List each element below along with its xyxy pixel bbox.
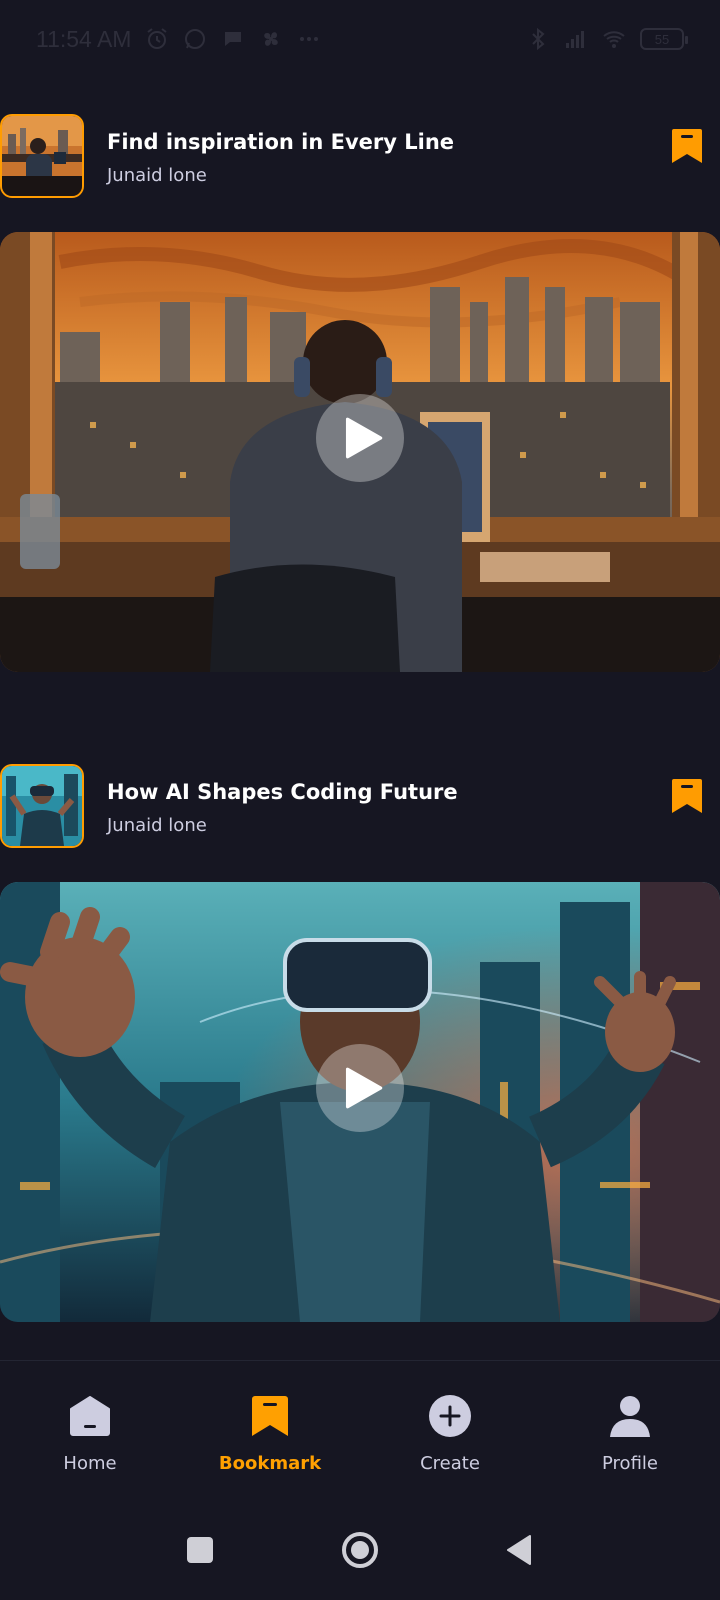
tab-profile[interactable]: Profile <box>540 1361 720 1500</box>
tab-home[interactable]: Home <box>0 1361 180 1500</box>
home-button[interactable] <box>340 1530 380 1570</box>
play-button[interactable] <box>316 1044 404 1132</box>
video-author: Junaid lone <box>107 165 207 186</box>
video-title[interactable]: Find inspiration in Every Line <box>107 130 454 154</box>
video-card: Find inspiration in Every Line Junaid lo… <box>0 114 720 672</box>
creator-avatar[interactable] <box>0 114 84 198</box>
profile-icon <box>607 1393 653 1439</box>
signal-icon <box>564 27 588 51</box>
video-card-header: How AI Shapes Coding Future Junaid lone <box>0 764 720 850</box>
whatsapp-icon <box>183 27 207 51</box>
video-card-header: Find inspiration in Every Line Junaid lo… <box>0 114 720 200</box>
tab-create[interactable]: Create <box>360 1361 540 1500</box>
bluetooth-icon <box>526 27 550 51</box>
wifi-icon <box>602 27 626 51</box>
more-dots-icon <box>297 27 321 51</box>
tab-label: Home <box>63 1453 117 1474</box>
back-button[interactable] <box>500 1530 540 1570</box>
home-icon <box>67 1393 113 1439</box>
plus-circle-icon <box>427 1393 473 1439</box>
bookmark-icon[interactable] <box>670 777 704 815</box>
video-card: How AI Shapes Coding Future Junaid lone <box>0 764 720 1322</box>
video-author: Junaid lone <box>107 815 207 836</box>
recents-button[interactable] <box>180 1530 220 1570</box>
video-thumbnail[interactable] <box>0 882 720 1322</box>
system-navigation-bar <box>0 1500 720 1600</box>
tab-label: Create <box>420 1453 480 1474</box>
play-icon <box>345 1067 383 1109</box>
play-icon <box>345 417 383 459</box>
video-thumbnail[interactable] <box>0 232 720 672</box>
bookmark-icon <box>247 1393 293 1439</box>
status-bar: 11:54 AM 55 <box>0 0 720 78</box>
creator-avatar[interactable] <box>0 764 84 848</box>
back-triangle-icon <box>507 1535 531 1565</box>
square-icon <box>187 1537 213 1563</box>
bottom-tab-bar: Home Bookmark Create Profile <box>0 1360 720 1500</box>
tab-label: Bookmark <box>218 1453 322 1474</box>
circle-icon <box>342 1532 378 1568</box>
bookmark-icon[interactable] <box>670 127 704 165</box>
tab-bookmark[interactable]: Bookmark <box>180 1361 360 1500</box>
battery-icon: 55 <box>640 28 688 50</box>
tab-label: Profile <box>602 1453 658 1474</box>
play-button[interactable] <box>316 394 404 482</box>
video-title[interactable]: How AI Shapes Coding Future <box>107 780 458 804</box>
status-time: 11:54 AM <box>36 25 132 52</box>
fan-icon <box>259 27 283 51</box>
alarm-icon <box>145 27 169 51</box>
chat-icon <box>221 27 245 51</box>
